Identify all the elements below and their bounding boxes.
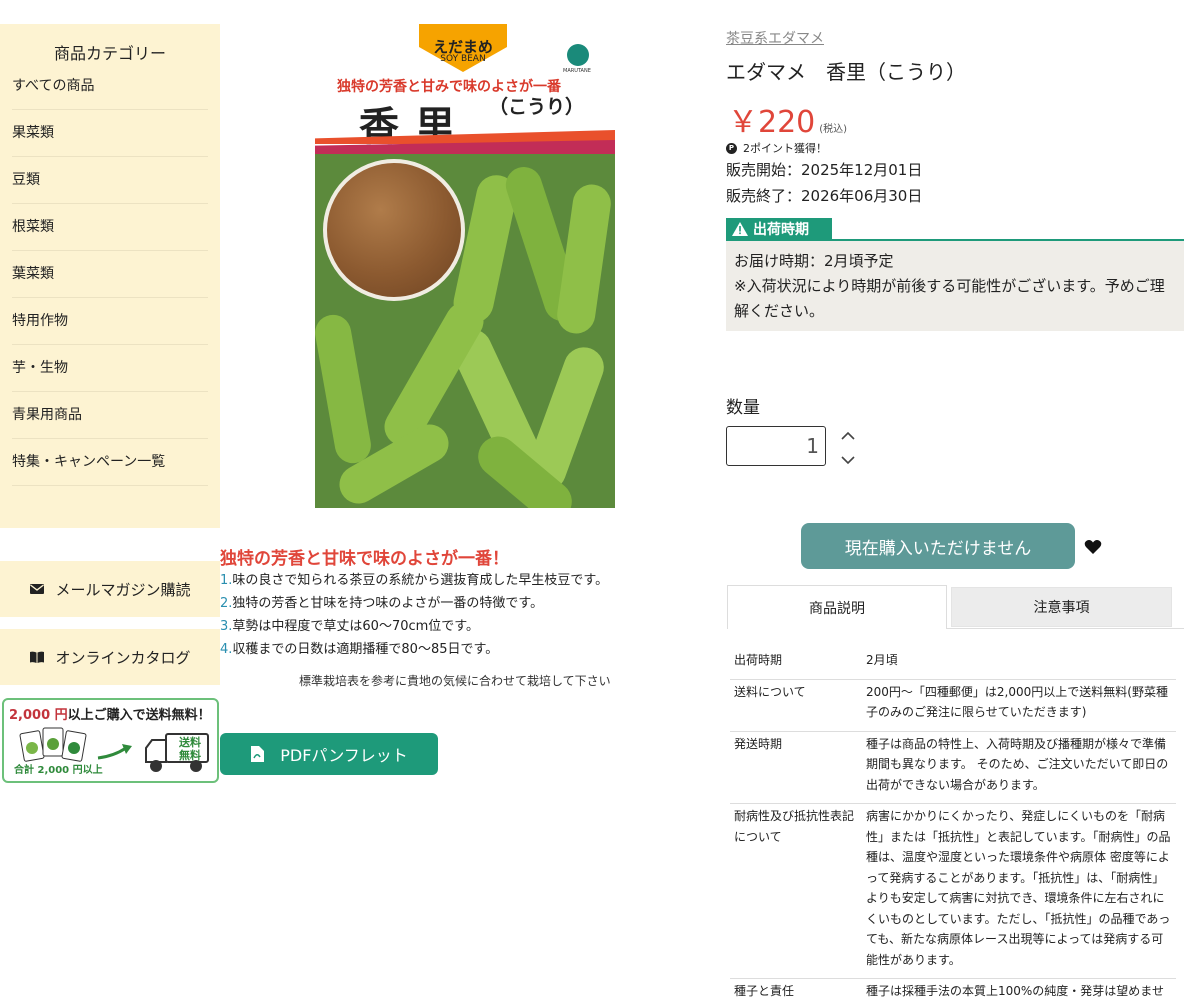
breadcrumb[interactable]: 茶豆系エダマメ [726, 28, 824, 48]
maker-logo [567, 44, 589, 66]
feature-item: 2.独特の芳香と甘味を持つ味のよさが一番の特徴です。 [220, 596, 544, 611]
feature-item: 4.収穫までの日数は適期播種で80〜85日です。 [220, 642, 499, 657]
product-info-table: 出荷時期 2月頃 送料について 200円〜「四種郵便」は2,000円以上で送料無料(… [730, 650, 1176, 1000]
chevron-up-icon[interactable] [840, 429, 856, 443]
sale-start-date: 販売開始：2025年12月01日 [726, 161, 923, 179]
package-variety-kana: （こうり） [489, 96, 585, 118]
envelope-icon [30, 584, 45, 594]
quantity-input[interactable] [726, 426, 826, 466]
maker-name: MARUTANE [563, 68, 591, 74]
category-item-leaf-vegetables[interactable]: 葉菜類 [12, 251, 208, 298]
tab-notes[interactable]: 注意事項 [951, 587, 1172, 627]
purchase-unavailable-button[interactable]: 現在購入いただけません [801, 523, 1075, 569]
catalog-button[interactable]: オンラインカタログ [0, 629, 220, 685]
category-item-root-vegetables[interactable]: 根菜類 [12, 204, 208, 251]
warning-icon [732, 222, 748, 236]
table-row: 種子と責任種子は採種手法の本質上100%の純度・発芽は望めません。また、播種後の… [730, 978, 1176, 1000]
arrow-icon [97, 744, 132, 760]
category-item-produce[interactable]: 青果用商品 [12, 392, 208, 439]
product-image: えだまめ SOY BEAN MARUTANE 独特の芳香と甘みで味のよさが一番 … [315, 24, 615, 508]
shipping-period-label: 出荷時期 [753, 222, 809, 238]
category-item-campaigns[interactable]: 特集・キャンペーン一覧 [12, 439, 208, 486]
category-item-fruit-vegetables[interactable]: 果菜類 [12, 110, 208, 157]
free-shipping-condition: 合計 2,000 円以上 [14, 765, 103, 776]
tax-label: (税込) [819, 124, 848, 135]
feature-list: 1.味の良さで知られる茶豆の系統から選抜育成した早生枝豆です。 2.独特の芳香と… [220, 572, 608, 664]
category-title: 商品カテゴリー [53, 44, 166, 63]
point-icon: P [726, 142, 737, 154]
category-item-all[interactable]: すべての商品 [12, 72, 208, 110]
delivery-notice: ※入荷状況により時期が前後する可能性がございます。予めご理解ください。 [734, 277, 1165, 320]
sale-end-date: 販売終了：2026年06月30日 [726, 187, 923, 205]
feature-item: 1.味の良さで知られる茶豆の系統から選抜育成した早生枝豆です。 [220, 573, 609, 588]
table-row: 耐病性及び抵抗性表記について 病害にかかりにくかったり、発症しにくいものを「耐病性… [730, 803, 1176, 979]
package-tag-sub: SOY BEAN [440, 54, 486, 64]
category-list: すべての商品 果菜類 豆類 根菜類 葉菜類 特用作物 芋・生物 青果用商品 特集… [12, 72, 208, 486]
shipping-period-box: お届け時期：2月頃予定 ※入荷状況により時期が前後する可能性がございます。予めご… [726, 241, 1184, 331]
heart-icon[interactable] [1084, 538, 1102, 556]
newsletter-label: メールマガジン購読 [55, 580, 191, 599]
table-row: 送料について 200円〜「四種郵便」は2,000円以上で送料無料(野菜種子のみのご… [730, 679, 1176, 732]
points-label: 2ポイント獲得！ [743, 142, 827, 155]
pdf-file-icon [251, 746, 265, 762]
seed-packets-icon [19, 727, 87, 762]
pdf-pamphlet-label: PDFパンフレット [280, 746, 408, 765]
table-row: 出荷時期 2月頃 [730, 650, 1176, 680]
category-item-special-crops[interactable]: 特用作物 [12, 298, 208, 345]
tab-product-description[interactable]: 商品説明 [727, 585, 947, 629]
chevron-down-icon[interactable] [840, 453, 856, 467]
quantity-label: 数量 [726, 398, 760, 418]
pdf-pamphlet-button[interactable]: PDFパンフレット [220, 733, 438, 775]
category-sidebar: 商品カテゴリー すべての商品 果菜類 豆類 根菜類 葉菜類 特用作物 芋・生物 … [0, 24, 220, 528]
product-title: エダマメ 香里（こうり） [726, 60, 966, 84]
delivery-period: お届け時期：2月頃予定 [734, 252, 894, 270]
product-price: ￥220 (税込) [728, 105, 848, 140]
book-icon [30, 651, 45, 663]
free-shipping-headline: 2,000 円以上ご購入で送料無料！ [9, 708, 211, 723]
table-row: 発送時期 種子は商品の特性上、入荷時期及び播種期が様々で準備期間も異なります。 そ… [730, 731, 1176, 804]
feature-item: 3.草勢は中程度で草丈は60〜70cm位です。 [220, 619, 480, 634]
newsletter-button[interactable]: メールマガジン購読 [0, 561, 220, 617]
shipping-period-badge: 出荷時期 [726, 218, 832, 240]
free-shipping-text: 送料無料 [179, 736, 201, 762]
category-item-beans[interactable]: 豆類 [12, 157, 208, 204]
category-item-tubers[interactable]: 芋・生物 [12, 345, 208, 392]
free-shipping-banner[interactable]: 2,000 円以上ご購入で送料無料！ 送料無料 合計 2,000 円以上 [2, 698, 219, 783]
catalog-label: オンラインカタログ [55, 648, 191, 667]
cultivation-note: 標準栽培表を参考に貴地の気候に合わせて栽培して下さい [299, 674, 611, 688]
beans-photo [323, 159, 465, 301]
feature-title: 独特の芳香と甘味で味のよさが一番！ [220, 549, 509, 569]
points-info: P 2ポイント獲得！ [726, 140, 827, 156]
